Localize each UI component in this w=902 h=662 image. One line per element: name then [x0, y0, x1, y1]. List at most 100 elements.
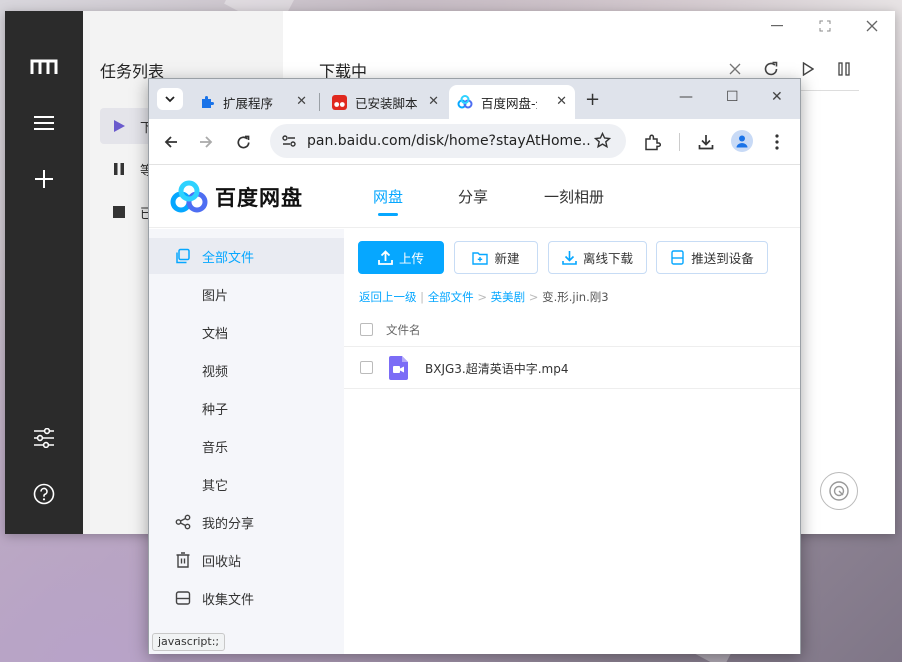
offline-download-icon — [562, 251, 577, 265]
address-bar[interactable]: pan.baidu.com/disk/home?stayAtHome... — [270, 124, 626, 158]
more-menu-icon[interactable] — [766, 131, 788, 153]
sidebar-item-collect-files[interactable]: 收集文件 — [149, 580, 344, 616]
sidebar-item-label: 收集文件 — [202, 592, 255, 608]
pause-icon — [114, 163, 124, 175]
tab-label: 扩展程序 — [223, 95, 274, 111]
offline-download-button[interactable]: 离线下载 — [548, 241, 647, 274]
site-header: 百度网盘 网盘 分享 一刻相册 — [149, 166, 800, 228]
baidu-netdisk-logo-icon — [170, 180, 208, 213]
play-icon — [114, 120, 125, 132]
tab-label: 已安装脚本 — [355, 95, 418, 111]
nav-active-indicator — [378, 213, 398, 216]
sidebar-item-label: 图片 — [202, 288, 229, 304]
row-checkbox[interactable] — [360, 361, 373, 374]
tab-installed-scripts[interactable]: 已安装脚本 ✕ — [323, 85, 447, 119]
tab-baidu-netdisk[interactable]: 百度网盘-全 ✕ — [449, 85, 575, 119]
tab-close-icon[interactable]: ✕ — [556, 94, 567, 109]
puzzle-icon — [199, 94, 215, 110]
logo-text: 百度网盘 — [215, 186, 303, 210]
close-icon[interactable] — [863, 17, 881, 35]
menu-icon[interactable] — [30, 109, 58, 137]
sidebar-item-label: 文档 — [202, 326, 229, 342]
site-logo[interactable]: 百度网盘 — [169, 180, 303, 214]
device-icon — [671, 250, 684, 265]
upload-icon — [378, 250, 393, 265]
breadcrumb: 返回上一级 | 全部文件 > 英美剧 > 变.形.jin.刚3 — [359, 289, 609, 305]
nav-share[interactable]: 分享 — [458, 186, 488, 207]
sidebar-item-label: 其它 — [202, 478, 229, 494]
sidebar-item-documents[interactable]: 文档 — [149, 314, 344, 350]
tab-extensions[interactable]: 扩展程序 ✕ — [191, 85, 315, 119]
stop-icon — [113, 206, 125, 218]
tab-strip: 扩展程序 ✕ 已安装脚本 ✕ 百度网盘-全 ✕ + — ☐ ✕ — [149, 79, 800, 119]
breadcrumb-back-link[interactable]: 返回上一级 — [359, 290, 417, 304]
sidebar-item-other[interactable]: 其它 — [149, 466, 344, 502]
breadcrumb-arrow: > — [528, 290, 539, 304]
help-icon[interactable] — [30, 480, 58, 508]
upload-label: 上传 — [398, 251, 424, 266]
toolbar-separator — [679, 133, 680, 151]
app-logo-icon — [30, 53, 58, 81]
back-icon[interactable] — [160, 131, 182, 153]
maximize-icon[interactable] — [816, 17, 834, 35]
url-text: pan.baidu.com/disk/home?stayAtHome... — [307, 133, 592, 149]
refresh-icon[interactable] — [761, 59, 781, 79]
share-icon — [174, 513, 192, 531]
push-to-device-label: 推送到设备 — [691, 251, 754, 266]
new-folder-button[interactable]: 新建 — [454, 241, 538, 274]
breadcrumb-current: 变.形.jin.刚3 — [542, 290, 609, 304]
push-to-device-button[interactable]: 推送到设备 — [656, 241, 768, 274]
upload-button[interactable]: 上传 — [358, 241, 444, 274]
browser-toolbar: pan.baidu.com/disk/home?stayAtHome... — [149, 119, 800, 165]
sidebar-item-images[interactable]: 图片 — [149, 276, 344, 312]
settings-sliders-icon[interactable] — [30, 424, 58, 452]
extensions-icon[interactable] — [641, 131, 663, 153]
browser-close-icon[interactable]: ✕ — [771, 89, 783, 105]
site-info-icon[interactable] — [281, 133, 297, 153]
sidebar-item-label: 音乐 — [202, 440, 229, 456]
tab-search-icon[interactable] — [157, 88, 183, 110]
new-folder-icon — [472, 251, 489, 265]
sidebar-item-all-files[interactable]: 全部文件 — [149, 238, 344, 274]
sidebar-item-recycle-bin[interactable]: 回收站 — [149, 542, 344, 578]
tab-separator — [319, 93, 320, 111]
tab-label: 百度网盘-全 — [481, 95, 537, 111]
browser-minimize-icon[interactable]: — — [679, 89, 693, 105]
forward-icon[interactable] — [195, 131, 217, 153]
sidebar-item-my-shares[interactable]: 我的分享 — [149, 504, 344, 540]
tab-close-icon[interactable]: ✕ — [428, 94, 439, 109]
baidu-netdisk-icon — [457, 94, 473, 110]
sidebar-item-label: 视频 — [202, 364, 229, 380]
breadcrumb-all-files-link[interactable]: 全部文件 — [428, 290, 474, 304]
bookmark-star-icon[interactable] — [593, 131, 612, 153]
reload-icon[interactable] — [232, 131, 254, 153]
breadcrumb-folder-link[interactable]: 英美剧 — [491, 290, 526, 304]
new-tab-icon[interactable]: + — [585, 89, 600, 110]
nav-album[interactable]: 一刻相册 — [544, 186, 604, 207]
sidebar-item-videos[interactable]: 视频 — [149, 352, 344, 388]
downloads-icon[interactable] — [695, 131, 717, 153]
add-task-icon[interactable] — [30, 165, 58, 193]
clear-icon[interactable] — [725, 59, 745, 79]
folder-icon — [174, 247, 192, 265]
column-header-filename[interactable]: 文件名 — [386, 322, 421, 338]
trash-icon — [174, 551, 192, 569]
tab-close-icon[interactable]: ✕ — [296, 94, 307, 109]
breadcrumb-separator: | — [420, 290, 425, 304]
table-row[interactable]: BXJG3.超清英语中字.mp4 — [344, 347, 800, 389]
resume-all-icon[interactable] — [798, 59, 818, 79]
file-list-area: 上传 新建 离线下载 推送到设备 返回上一级 | 全部文件 > 英美剧 > 变.… — [344, 229, 800, 654]
sidebar-item-torrents[interactable]: 种子 — [149, 390, 344, 426]
profile-avatar-icon[interactable] — [731, 130, 753, 152]
speed-dial-icon[interactable] — [820, 472, 858, 510]
pause-all-icon[interactable] — [834, 59, 854, 79]
sidebar-item-music[interactable]: 音乐 — [149, 428, 344, 464]
file-name[interactable]: BXJG3.超清英语中字.mp4 — [425, 360, 569, 377]
tampermonkey-icon — [331, 94, 347, 110]
new-folder-label: 新建 — [494, 251, 520, 266]
browser-maximize-icon[interactable]: ☐ — [726, 89, 739, 105]
minimize-icon[interactable] — [768, 17, 786, 35]
nav-netdisk[interactable]: 网盘 — [373, 186, 403, 207]
status-bar: javascript:; — [152, 633, 226, 651]
select-all-checkbox[interactable] — [360, 323, 373, 336]
